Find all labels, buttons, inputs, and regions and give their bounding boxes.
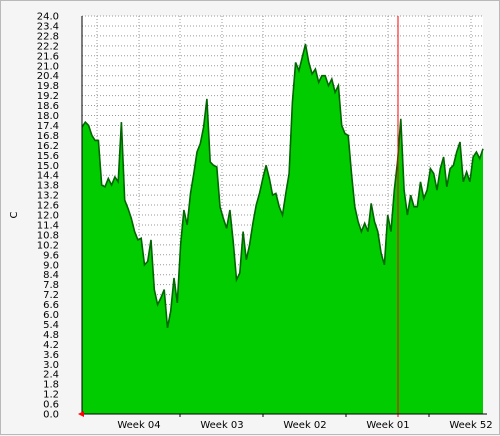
y-tick-label: 0.6 bbox=[43, 400, 59, 411]
x-tick-label: Week 02 bbox=[283, 420, 326, 431]
y-tick-label: 16.2 bbox=[37, 141, 59, 152]
temperature-area-chart: 0.00.61.21.82.43.03.64.24.85.46.06.67.27… bbox=[9, 12, 493, 432]
y-tick-label: 7.2 bbox=[43, 290, 59, 301]
y-tick-label: 13.8 bbox=[37, 181, 59, 192]
y-tick-label: 22.8 bbox=[37, 31, 59, 42]
y-tick-label: 15.6 bbox=[37, 151, 59, 162]
y-tick-label: 21.6 bbox=[37, 51, 59, 62]
y-tick-label: 18.0 bbox=[37, 111, 59, 122]
y-tick-label: 20.4 bbox=[37, 71, 59, 82]
y-tick-label: 24.0 bbox=[37, 12, 59, 23]
y-tick-label: 22.2 bbox=[37, 41, 59, 52]
y-tick-label: 16.8 bbox=[37, 131, 59, 142]
y-tick-label: 19.2 bbox=[37, 91, 59, 102]
y-tick-label: 3.0 bbox=[43, 360, 59, 371]
y-tick-label: 11.4 bbox=[37, 220, 59, 231]
y-tick-label: 6.6 bbox=[43, 300, 59, 311]
x-tick-label: Week 01 bbox=[366, 420, 409, 431]
y-tick-label: 12.6 bbox=[37, 201, 59, 212]
y-tick-label: 10.8 bbox=[37, 230, 59, 241]
y-tick-label: 9.6 bbox=[43, 250, 59, 261]
y-tick-label: 7.8 bbox=[43, 280, 59, 291]
y-tick-label: 17.4 bbox=[37, 121, 59, 132]
y-tick-label: 10.2 bbox=[37, 240, 59, 251]
y-tick-label: 12.0 bbox=[37, 211, 59, 222]
y-tick-label: 13.2 bbox=[37, 191, 59, 202]
y-axis-tick-labels: 0.00.61.21.82.43.03.64.24.85.46.06.67.27… bbox=[37, 12, 59, 421]
y-tick-label: 9.0 bbox=[43, 260, 59, 271]
rrd-graph-frame: 0.0 0.6 1.2 1.8 2.4 3.0 3.6 4.2 4.8 5.4 6.0 6.6 7.2 7… bbox=[0, 0, 500, 435]
y-tick-label: 14.4 bbox=[37, 171, 59, 182]
y-tick-label: 4.2 bbox=[43, 340, 59, 351]
y-tick-label: 23.4 bbox=[37, 21, 59, 32]
x-tick-label: Week 04 bbox=[117, 420, 160, 431]
y-tick-label: 4.8 bbox=[43, 330, 59, 341]
y-axis-label: C bbox=[9, 211, 20, 218]
y-tick-label: 5.4 bbox=[43, 320, 59, 331]
x-tick-label: Week 03 bbox=[200, 420, 243, 431]
y-tick-label: 0.0 bbox=[43, 410, 59, 421]
y-tick-label: 18.6 bbox=[37, 101, 59, 112]
y-tick-label: 1.2 bbox=[43, 390, 59, 401]
y-tick-label: 8.4 bbox=[43, 270, 59, 281]
y-tick-label: 1.8 bbox=[43, 380, 59, 391]
origin-arrow-icon bbox=[78, 411, 84, 417]
y-tick-label: 6.0 bbox=[43, 310, 59, 321]
y-tick-label: 2.4 bbox=[43, 370, 59, 381]
x-tick-label: Week 52 bbox=[449, 420, 492, 431]
y-tick-label: 15.0 bbox=[37, 161, 59, 172]
y-tick-label: 3.6 bbox=[43, 350, 59, 361]
y-tick-label: 19.8 bbox=[37, 81, 59, 92]
x-axis-tick-labels: Week 04 Week 03 Week 02 Week 01 Week 52 bbox=[117, 414, 493, 431]
y-tick-label: 21.0 bbox=[37, 61, 59, 72]
